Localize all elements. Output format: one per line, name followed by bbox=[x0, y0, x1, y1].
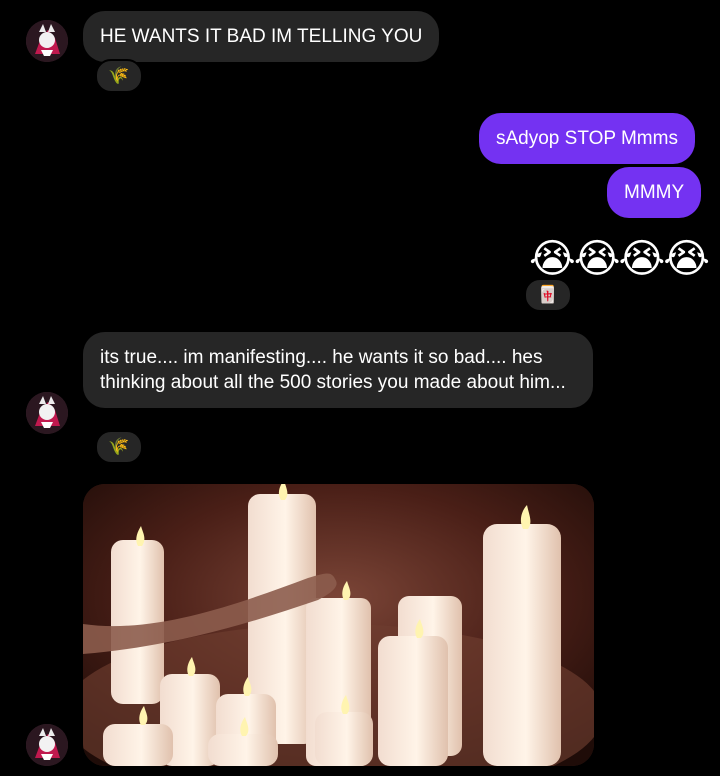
candles-image bbox=[83, 484, 594, 766]
avatar-3[interactable] bbox=[26, 724, 68, 766]
reaction-2[interactable]: 🀄 bbox=[524, 278, 572, 312]
reaction-icon: 🀄 bbox=[537, 285, 559, 304]
message-1-text: HE WANTS IT BAD IM TELLING YOU bbox=[100, 26, 423, 47]
grain-reaction-icon: 🌾 bbox=[108, 437, 130, 456]
message-3-text: MMMY bbox=[624, 182, 685, 203]
avatar-1[interactable] bbox=[26, 20, 68, 62]
grain-reaction-icon: 🌾 bbox=[108, 66, 130, 85]
candle-image[interactable] bbox=[83, 484, 594, 766]
message-4-text: its true.... im manifesting.... he wants… bbox=[100, 347, 566, 393]
message-4[interactable]: its true.... im manifesting.... he wants… bbox=[83, 332, 593, 408]
message-1[interactable]: HE WANTS IT BAD IM TELLING YOU bbox=[83, 11, 440, 62]
avatar-2[interactable] bbox=[26, 392, 68, 434]
message-2-text: sAdyop STOP Mmms bbox=[496, 128, 678, 149]
reaction-3[interactable]: 🌾 bbox=[95, 430, 143, 464]
emoji-message[interactable]: 😭😭😭😭 bbox=[529, 236, 710, 282]
avatar-icon bbox=[26, 20, 68, 62]
message-3[interactable]: MMMY bbox=[607, 167, 702, 218]
message-2[interactable]: sAdyop STOP Mmms bbox=[479, 113, 695, 164]
reaction-1[interactable]: 🌾 bbox=[95, 59, 143, 93]
crying-emojis: 😭😭😭😭 bbox=[529, 237, 710, 281]
avatar-icon bbox=[26, 724, 68, 766]
avatar-icon bbox=[26, 392, 68, 434]
